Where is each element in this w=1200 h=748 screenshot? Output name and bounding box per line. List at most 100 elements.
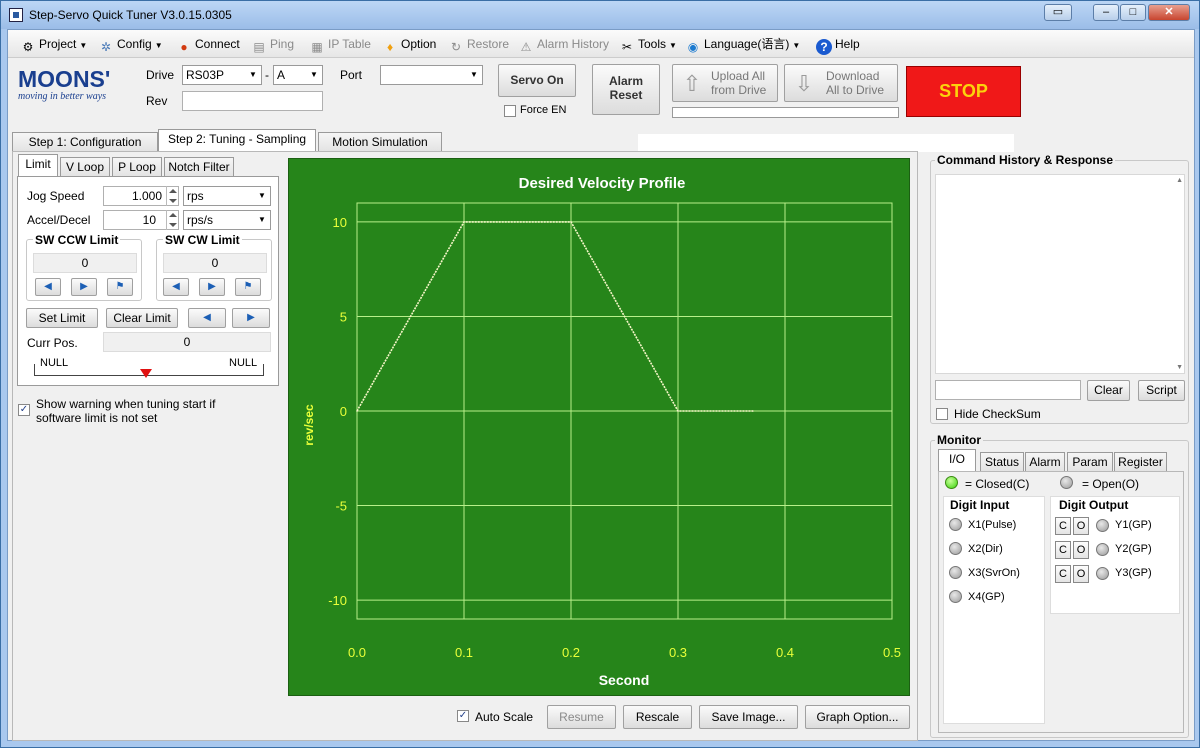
tab-tuning-sampling[interactable]: Step 2: Tuning - Sampling (158, 129, 316, 151)
velocity-chart-svg: 0.0 0.1 0.2 0.3 0.4 0.5 10 5 0 -5 -10 Desired Velo… (302, 175, 901, 688)
tab-notch-filter[interactable]: Notch Filter (164, 157, 234, 177)
spinner-icon[interactable] (166, 186, 178, 206)
jog-speed-unit-select[interactable]: rps ▼ (183, 186, 271, 206)
command-input[interactable] (935, 380, 1081, 400)
save-image-button[interactable]: Save Image... (699, 705, 798, 729)
drive-variant-select[interactable]: A ▼ (273, 65, 323, 85)
upload-line2: from Drive (711, 83, 767, 97)
menu-ip-table[interactable]: ▦ IP Table (309, 35, 371, 54)
curr-pos-label: Curr Pos. (27, 336, 78, 350)
y1-close-button[interactable]: C (1055, 517, 1071, 535)
cw-left-button[interactable]: ◀ (163, 278, 189, 296)
x4-label: X4(GP) (968, 591, 1005, 603)
menu-tools[interactable]: ✂ Tools ▼ (619, 35, 677, 54)
velocity-point (677, 410, 679, 412)
tab-configuration[interactable]: Step 1: Configuration (12, 132, 158, 152)
menu-project[interactable]: ⚙ Project ▼ (20, 35, 88, 54)
client-area: ⚙ Project ▼ ✲ Config ▼ ● Connect ▤ Ping ▦ IP Ta… (7, 29, 1195, 741)
scroll-up-icon[interactable]: ▲ (1176, 177, 1183, 184)
menu-option-label: Option (401, 37, 437, 51)
menu-alarm-history[interactable]: ⚠ Alarm History (518, 35, 610, 54)
spinner-icon[interactable] (166, 210, 178, 230)
menu-option[interactable]: ♦ Option (382, 35, 437, 54)
tab-register[interactable]: Register (1114, 452, 1167, 472)
chevron-down-icon: ▼ (258, 191, 266, 200)
ccw-right-button[interactable]: ▶ (71, 278, 97, 296)
y-tick-label: -10 (328, 593, 347, 608)
jog-right-button[interactable]: ▶ (232, 308, 270, 328)
velocity-point (356, 410, 358, 412)
resume-button[interactable]: Resume (547, 705, 616, 729)
y-tick-label: 5 (340, 309, 347, 324)
menu-restore[interactable]: ↻ Restore (448, 35, 509, 54)
y3-open-button[interactable]: O (1073, 565, 1089, 583)
tab-status[interactable]: Status (980, 452, 1024, 472)
status-strip (638, 134, 1014, 152)
closed-led-legend (945, 476, 958, 489)
set-limit-button[interactable]: Set Limit (26, 308, 98, 328)
help-window-button[interactable]: ▭ (1044, 4, 1072, 21)
menu-ping-label: Ping (270, 37, 295, 51)
download-line2: All to Drive (826, 83, 885, 97)
minimize-button[interactable]: – (1093, 4, 1119, 21)
y2-open-button[interactable]: O (1073, 541, 1089, 559)
tab-io[interactable]: I/O (938, 449, 976, 471)
tab-alarm[interactable]: Alarm (1025, 452, 1065, 472)
x4-led (949, 590, 962, 603)
close-button[interactable]: ✕ (1148, 4, 1190, 21)
drive-model-select[interactable]: RS03P ▼ (182, 65, 262, 85)
tab-motion-simulation[interactable]: Motion Simulation (318, 132, 442, 152)
graph-option-button[interactable]: Graph Option... (805, 705, 910, 729)
cw-right-button[interactable]: ▶ (199, 278, 225, 296)
drive-variant-value: A (277, 68, 286, 82)
digit-output-title: Digit Output (1057, 498, 1131, 512)
velocity-point (463, 221, 465, 223)
menu-ping[interactable]: ▤ Ping (251, 35, 295, 54)
script-button[interactable]: Script (1138, 380, 1185, 401)
scroll-down-icon[interactable]: ▼ (1176, 364, 1183, 371)
y2-close-button[interactable]: C (1055, 541, 1071, 559)
menu-help[interactable]: ? Help (816, 35, 860, 55)
show-warning-checkbox[interactable]: ✓ (18, 404, 30, 416)
command-history-log[interactable]: ▲ ▼ (935, 174, 1185, 374)
ccw-limit-title: SW CCW Limit (33, 233, 121, 247)
rev-field[interactable] (182, 91, 323, 111)
menu-language[interactable]: ◉ Language(语言) ▼ (685, 35, 801, 54)
tab-limit[interactable]: Limit (18, 154, 58, 176)
menu-config[interactable]: ✲ Config ▼ (98, 35, 163, 54)
ccw-left-button[interactable]: ◀ (35, 278, 61, 296)
cw-set-button[interactable]: ⚑ (235, 278, 261, 296)
gear-icon: ✲ (100, 40, 112, 54)
auto-scale-checkbox[interactable]: ✓ (457, 710, 469, 722)
closed-legend-label: = Closed(C) (965, 477, 1030, 491)
menu-connect[interactable]: ● Connect (176, 35, 239, 54)
menu-alarm-history-label: Alarm History (537, 37, 610, 51)
x1-label: X1(Pulse) (968, 519, 1017, 531)
y1-open-button[interactable]: O (1073, 517, 1089, 535)
stop-button[interactable]: STOP (906, 66, 1021, 117)
jog-speed-unit: rps (187, 189, 204, 203)
auto-scale-label: Auto Scale (475, 710, 534, 724)
upload-all-button[interactable]: ⇧ Upload All from Drive (672, 64, 778, 102)
servo-on-button[interactable]: Servo On (498, 64, 576, 97)
tab-p-loop[interactable]: P Loop (112, 157, 162, 177)
clear-limit-button[interactable]: Clear Limit (106, 308, 178, 328)
alarm-reset-button[interactable]: Alarm Reset (592, 64, 660, 115)
download-all-button[interactable]: ⇩ Download All to Drive (784, 64, 898, 102)
y1-led (1096, 519, 1109, 532)
digit-output-list: Digit Output C O Y1(GP) C O Y2(GP) C O Y3(GP) (1050, 496, 1180, 614)
force-en-checkbox[interactable] (504, 105, 516, 117)
y3-close-button[interactable]: C (1055, 565, 1071, 583)
accel-unit-select[interactable]: rps/s ▼ (183, 210, 271, 230)
clear-button[interactable]: Clear (1087, 380, 1130, 401)
jog-left-button[interactable]: ◀ (188, 308, 226, 328)
ccw-set-button[interactable]: ⚑ (107, 278, 133, 296)
maximize-button[interactable]: □ (1120, 4, 1146, 21)
accel-input[interactable]: 10 (103, 210, 179, 230)
jog-speed-input[interactable]: 1.000 (103, 186, 179, 206)
port-select[interactable]: ▼ (380, 65, 483, 85)
hide-checksum-checkbox[interactable] (936, 408, 948, 420)
tab-v-loop[interactable]: V Loop (60, 157, 110, 177)
rescale-button[interactable]: Rescale (623, 705, 692, 729)
tab-param[interactable]: Param (1067, 452, 1113, 472)
